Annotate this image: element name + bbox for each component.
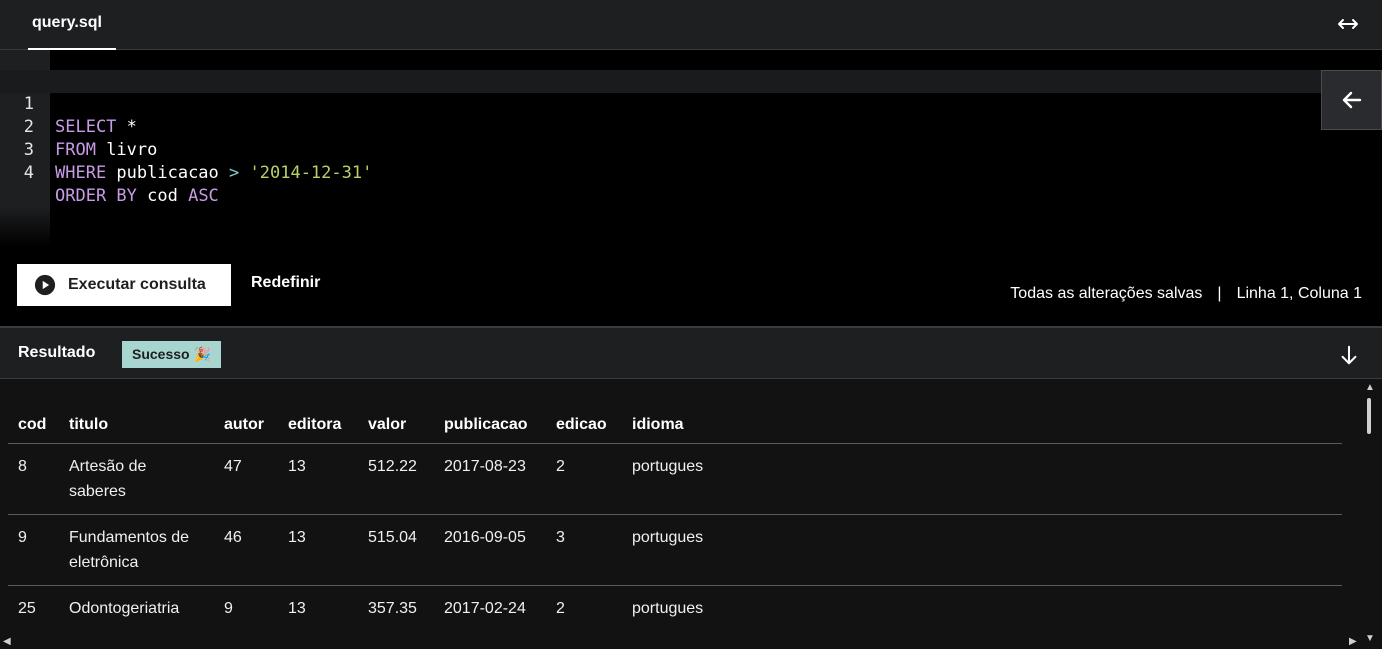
- table-row: 8 Artesão de saberes 47 13 512.22 2017-0…: [8, 443, 1342, 515]
- table-cell: 9: [8, 514, 59, 586]
- column-header: idioma: [622, 407, 1342, 444]
- scroll-up-icon[interactable]: ▲: [1365, 382, 1375, 393]
- code-text: livro: [95, 140, 158, 160]
- results-title: Resultado: [18, 344, 96, 361]
- code-line-2: 2 FROM livro: [0, 93, 158, 160]
- table-cell: 2016-09-05: [434, 514, 546, 586]
- results-table: cod titulo autor editora valor publicaca…: [8, 407, 1342, 649]
- table-cell: portugues: [622, 514, 1342, 586]
- code-text: cod: [136, 186, 189, 206]
- code-text: *: [116, 117, 137, 137]
- cursor-position: Linha 1, Coluna 1: [1236, 285, 1362, 302]
- table-cell: 357.35: [358, 585, 434, 649]
- table-cell: 46: [214, 514, 278, 586]
- table-cell: 512.22: [358, 443, 434, 515]
- scrollbar-thumb[interactable]: [1367, 398, 1371, 434]
- tab-query-sql[interactable]: query.sql: [18, 0, 116, 50]
- table-cell: 13: [278, 443, 358, 515]
- table-cell: portugues: [622, 585, 1342, 649]
- keyword: FROM: [55, 140, 96, 160]
- editor-status: Todas as alterações salvas | Linha 1, Co…: [1010, 285, 1362, 303]
- table-cell: portugues: [622, 443, 1342, 515]
- save-status: Todas as alterações salvas: [1010, 285, 1203, 302]
- table-cell: 47: [214, 443, 278, 515]
- column-header: publicacao: [434, 407, 546, 444]
- code-line-3: 3 WHERE publicacao > '2014-12-31': [0, 116, 373, 183]
- table-cell: 3: [546, 514, 622, 586]
- table-cell: Odontogeriatria: [59, 585, 214, 649]
- table-cell: 2: [546, 585, 622, 649]
- table-cell: 13: [278, 514, 358, 586]
- table-cell: 2017-02-24: [434, 585, 546, 649]
- code-line-4: 4 ORDER BY cod ASC: [0, 139, 219, 206]
- results-panel: cod titulo autor editora valor publicaca…: [0, 379, 1382, 649]
- column-header: autor: [214, 407, 278, 444]
- table-cell: 8: [8, 443, 59, 515]
- string-literal: '2014-12-31': [249, 163, 373, 183]
- status-badge: Sucesso 🎉: [122, 341, 221, 368]
- table-cell: 25: [8, 585, 59, 649]
- active-line-highlight: [0, 70, 1382, 93]
- table-cell: 13: [278, 585, 358, 649]
- sql-editor[interactable]: 1 SELECT * 2 FROM livro 3 WHERE publicac…: [0, 50, 1382, 246]
- code-text: publicacao: [106, 163, 230, 183]
- table-row: 25 Odontogeriatria 9 13 357.35 2017-02-2…: [8, 585, 1342, 649]
- column-header: valor: [358, 407, 434, 444]
- keyword: SELECT: [55, 117, 117, 137]
- table-cell: 515.04: [358, 514, 434, 586]
- arrow-left-icon: [1342, 91, 1361, 109]
- horizontal-arrows-icon[interactable]: [1336, 12, 1360, 36]
- results-header: Resultado Sucesso 🎉: [0, 326, 1382, 379]
- scroll-right-icon[interactable]: ▶: [1349, 636, 1357, 647]
- table-row: 9 Fundamentos de eletrônica 46 13 515.04…: [8, 514, 1342, 586]
- scroll-down-icon[interactable]: ▼: [1365, 633, 1375, 644]
- table-cell: 9: [214, 585, 278, 649]
- keyword: WHERE: [55, 163, 107, 183]
- run-query-button[interactable]: Executar consulta: [17, 264, 231, 306]
- line-number: 4: [23, 163, 34, 183]
- arrow-down-icon[interactable]: [1338, 344, 1360, 366]
- status-separator: |: [1217, 285, 1222, 302]
- keyword: ASC: [188, 186, 219, 206]
- table-cell: Fundamentos de eletrônica: [59, 514, 214, 586]
- editor-tabbar: query.sql: [0, 0, 1382, 50]
- reset-button[interactable]: Redefinir: [251, 274, 320, 292]
- collapse-panel-button[interactable]: [1321, 70, 1382, 130]
- column-header: cod: [8, 407, 59, 444]
- column-header: editora: [278, 407, 358, 444]
- keyword: ORDER BY: [55, 186, 137, 206]
- table-cell: 2017-08-23: [434, 443, 546, 515]
- table-cell: 2: [546, 443, 622, 515]
- play-circle-icon: [34, 274, 56, 296]
- column-header: edicao: [546, 407, 622, 444]
- vertical-scrollbar[interactable]: ▲ ▼: [1364, 382, 1375, 644]
- column-header: titulo: [59, 407, 214, 444]
- code-line-1: 1 SELECT *: [0, 70, 137, 137]
- scroll-left-icon[interactable]: ◀: [3, 636, 11, 647]
- editor-actions: Executar consulta Redefinir Todas as alt…: [0, 246, 1382, 326]
- table-cell: Artesão de saberes: [59, 443, 214, 515]
- run-query-label: Executar consulta: [68, 276, 206, 293]
- operator: >: [229, 163, 240, 183]
- table-header-row: cod titulo autor editora valor publicaca…: [8, 407, 1342, 444]
